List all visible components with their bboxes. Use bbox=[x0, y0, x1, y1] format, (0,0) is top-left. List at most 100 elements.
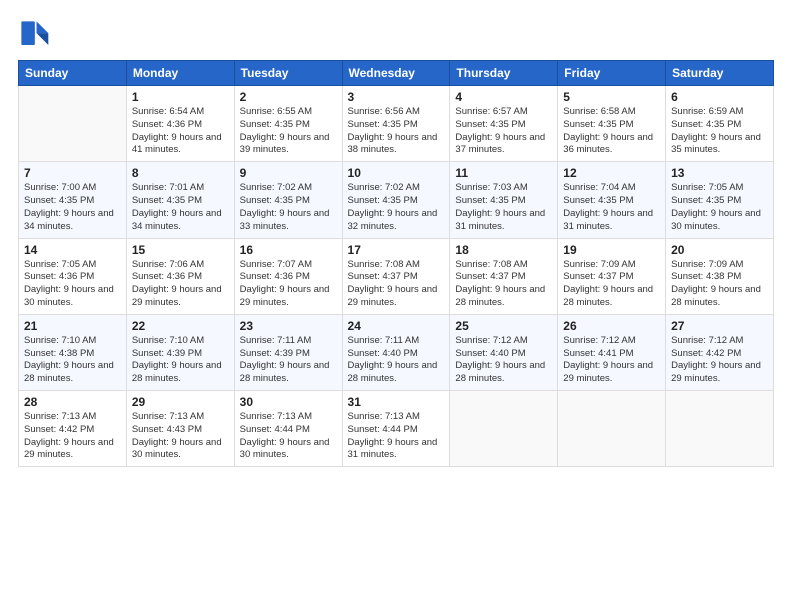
day-info: Sunrise: 7:09 AM Sunset: 4:38 PM Dayligh… bbox=[671, 259, 768, 310]
sunset-label: Sunset: 4:39 PM bbox=[240, 348, 310, 359]
day-info: Sunrise: 7:05 AM Sunset: 4:36 PM Dayligh… bbox=[24, 259, 121, 310]
day-info: Sunrise: 6:59 AM Sunset: 4:35 PM Dayligh… bbox=[671, 106, 768, 157]
sunset-label: Sunset: 4:35 PM bbox=[24, 195, 94, 206]
calendar-cell: 20 Sunrise: 7:09 AM Sunset: 4:38 PM Dayl… bbox=[666, 238, 774, 314]
sunrise-label: Sunrise: 7:13 AM bbox=[240, 411, 312, 422]
sunrise-label: Sunrise: 7:13 AM bbox=[24, 411, 96, 422]
calendar-cell: 8 Sunrise: 7:01 AM Sunset: 4:35 PM Dayli… bbox=[126, 162, 234, 238]
daylight-label: Daylight: 9 hours and 31 minutes. bbox=[348, 437, 438, 461]
day-number: 2 bbox=[240, 90, 337, 104]
daylight-label: Daylight: 9 hours and 30 minutes. bbox=[671, 208, 761, 232]
weekday-header-sunday: Sunday bbox=[19, 61, 127, 86]
calendar-cell: 29 Sunrise: 7:13 AM Sunset: 4:43 PM Dayl… bbox=[126, 391, 234, 467]
calendar-cell: 6 Sunrise: 6:59 AM Sunset: 4:35 PM Dayli… bbox=[666, 86, 774, 162]
day-info: Sunrise: 7:13 AM Sunset: 4:43 PM Dayligh… bbox=[132, 411, 229, 462]
daylight-label: Daylight: 9 hours and 28 minutes. bbox=[455, 360, 545, 384]
day-info: Sunrise: 7:05 AM Sunset: 4:35 PM Dayligh… bbox=[671, 182, 768, 233]
calendar-cell: 3 Sunrise: 6:56 AM Sunset: 4:35 PM Dayli… bbox=[342, 86, 450, 162]
day-number: 20 bbox=[671, 243, 768, 257]
calendar-cell: 13 Sunrise: 7:05 AM Sunset: 4:35 PM Dayl… bbox=[666, 162, 774, 238]
sunset-label: Sunset: 4:44 PM bbox=[348, 424, 418, 435]
day-number: 30 bbox=[240, 395, 337, 409]
daylight-label: Daylight: 9 hours and 32 minutes. bbox=[348, 208, 438, 232]
sunset-label: Sunset: 4:35 PM bbox=[563, 119, 633, 130]
day-number: 22 bbox=[132, 319, 229, 333]
calendar-cell: 25 Sunrise: 7:12 AM Sunset: 4:40 PM Dayl… bbox=[450, 314, 558, 390]
sunrise-label: Sunrise: 6:56 AM bbox=[348, 106, 420, 117]
day-info: Sunrise: 7:12 AM Sunset: 4:41 PM Dayligh… bbox=[563, 335, 660, 386]
sunrise-label: Sunrise: 6:57 AM bbox=[455, 106, 527, 117]
day-info: Sunrise: 7:08 AM Sunset: 4:37 PM Dayligh… bbox=[455, 259, 552, 310]
sunrise-label: Sunrise: 7:13 AM bbox=[132, 411, 204, 422]
day-info: Sunrise: 6:54 AM Sunset: 4:36 PM Dayligh… bbox=[132, 106, 229, 157]
day-number: 19 bbox=[563, 243, 660, 257]
week-row-3: 21 Sunrise: 7:10 AM Sunset: 4:38 PM Dayl… bbox=[19, 314, 774, 390]
day-number: 15 bbox=[132, 243, 229, 257]
sunset-label: Sunset: 4:42 PM bbox=[671, 348, 741, 359]
calendar-cell: 7 Sunrise: 7:00 AM Sunset: 4:35 PM Dayli… bbox=[19, 162, 127, 238]
sunset-label: Sunset: 4:40 PM bbox=[348, 348, 418, 359]
day-number: 17 bbox=[348, 243, 445, 257]
weekday-header-monday: Monday bbox=[126, 61, 234, 86]
day-number: 16 bbox=[240, 243, 337, 257]
weekday-header-friday: Friday bbox=[558, 61, 666, 86]
sunset-label: Sunset: 4:37 PM bbox=[563, 271, 633, 282]
calendar-cell: 27 Sunrise: 7:12 AM Sunset: 4:42 PM Dayl… bbox=[666, 314, 774, 390]
daylight-label: Daylight: 9 hours and 34 minutes. bbox=[24, 208, 114, 232]
daylight-label: Daylight: 9 hours and 28 minutes. bbox=[563, 284, 653, 308]
sunrise-label: Sunrise: 7:02 AM bbox=[348, 182, 420, 193]
day-info: Sunrise: 7:06 AM Sunset: 4:36 PM Dayligh… bbox=[132, 259, 229, 310]
day-number: 1 bbox=[132, 90, 229, 104]
daylight-label: Daylight: 9 hours and 29 minutes. bbox=[132, 284, 222, 308]
weekday-header-tuesday: Tuesday bbox=[234, 61, 342, 86]
calendar-cell: 30 Sunrise: 7:13 AM Sunset: 4:44 PM Dayl… bbox=[234, 391, 342, 467]
sunrise-label: Sunrise: 7:08 AM bbox=[348, 259, 420, 270]
daylight-label: Daylight: 9 hours and 28 minutes. bbox=[132, 360, 222, 384]
day-number: 27 bbox=[671, 319, 768, 333]
day-info: Sunrise: 7:02 AM Sunset: 4:35 PM Dayligh… bbox=[240, 182, 337, 233]
sunrise-label: Sunrise: 6:54 AM bbox=[132, 106, 204, 117]
daylight-label: Daylight: 9 hours and 28 minutes. bbox=[455, 284, 545, 308]
page-header bbox=[18, 18, 774, 50]
daylight-label: Daylight: 9 hours and 29 minutes. bbox=[24, 437, 114, 461]
day-info: Sunrise: 7:01 AM Sunset: 4:35 PM Dayligh… bbox=[132, 182, 229, 233]
day-info: Sunrise: 7:12 AM Sunset: 4:42 PM Dayligh… bbox=[671, 335, 768, 386]
day-info: Sunrise: 7:12 AM Sunset: 4:40 PM Dayligh… bbox=[455, 335, 552, 386]
sunrise-label: Sunrise: 7:10 AM bbox=[132, 335, 204, 346]
daylight-label: Daylight: 9 hours and 39 minutes. bbox=[240, 132, 330, 156]
day-info: Sunrise: 7:09 AM Sunset: 4:37 PM Dayligh… bbox=[563, 259, 660, 310]
daylight-label: Daylight: 9 hours and 28 minutes. bbox=[24, 360, 114, 384]
page-container: SundayMondayTuesdayWednesdayThursdayFrid… bbox=[0, 0, 792, 612]
logo-icon bbox=[18, 18, 50, 50]
calendar-cell: 1 Sunrise: 6:54 AM Sunset: 4:36 PM Dayli… bbox=[126, 86, 234, 162]
calendar-cell: 26 Sunrise: 7:12 AM Sunset: 4:41 PM Dayl… bbox=[558, 314, 666, 390]
weekday-header-wednesday: Wednesday bbox=[342, 61, 450, 86]
day-info: Sunrise: 7:02 AM Sunset: 4:35 PM Dayligh… bbox=[348, 182, 445, 233]
day-info: Sunrise: 7:13 AM Sunset: 4:44 PM Dayligh… bbox=[348, 411, 445, 462]
calendar-cell: 18 Sunrise: 7:08 AM Sunset: 4:37 PM Dayl… bbox=[450, 238, 558, 314]
calendar-cell: 17 Sunrise: 7:08 AM Sunset: 4:37 PM Dayl… bbox=[342, 238, 450, 314]
calendar-table: SundayMondayTuesdayWednesdayThursdayFrid… bbox=[18, 60, 774, 467]
daylight-label: Daylight: 9 hours and 28 minutes. bbox=[671, 284, 761, 308]
day-info: Sunrise: 6:58 AM Sunset: 4:35 PM Dayligh… bbox=[563, 106, 660, 157]
sunrise-label: Sunrise: 6:55 AM bbox=[240, 106, 312, 117]
daylight-label: Daylight: 9 hours and 30 minutes. bbox=[24, 284, 114, 308]
weekday-header-row: SundayMondayTuesdayWednesdayThursdayFrid… bbox=[19, 61, 774, 86]
calendar-cell bbox=[666, 391, 774, 467]
daylight-label: Daylight: 9 hours and 30 minutes. bbox=[132, 437, 222, 461]
calendar-cell: 21 Sunrise: 7:10 AM Sunset: 4:38 PM Dayl… bbox=[19, 314, 127, 390]
daylight-label: Daylight: 9 hours and 41 minutes. bbox=[132, 132, 222, 156]
sunset-label: Sunset: 4:44 PM bbox=[240, 424, 310, 435]
sunset-label: Sunset: 4:35 PM bbox=[132, 195, 202, 206]
day-info: Sunrise: 6:56 AM Sunset: 4:35 PM Dayligh… bbox=[348, 106, 445, 157]
day-number: 18 bbox=[455, 243, 552, 257]
logo bbox=[18, 18, 54, 50]
sunset-label: Sunset: 4:38 PM bbox=[24, 348, 94, 359]
day-number: 9 bbox=[240, 166, 337, 180]
sunset-label: Sunset: 4:40 PM bbox=[455, 348, 525, 359]
calendar-cell: 16 Sunrise: 7:07 AM Sunset: 4:36 PM Dayl… bbox=[234, 238, 342, 314]
daylight-label: Daylight: 9 hours and 28 minutes. bbox=[348, 360, 438, 384]
sunset-label: Sunset: 4:36 PM bbox=[132, 119, 202, 130]
day-info: Sunrise: 7:11 AM Sunset: 4:39 PM Dayligh… bbox=[240, 335, 337, 386]
sunrise-label: Sunrise: 7:09 AM bbox=[671, 259, 743, 270]
